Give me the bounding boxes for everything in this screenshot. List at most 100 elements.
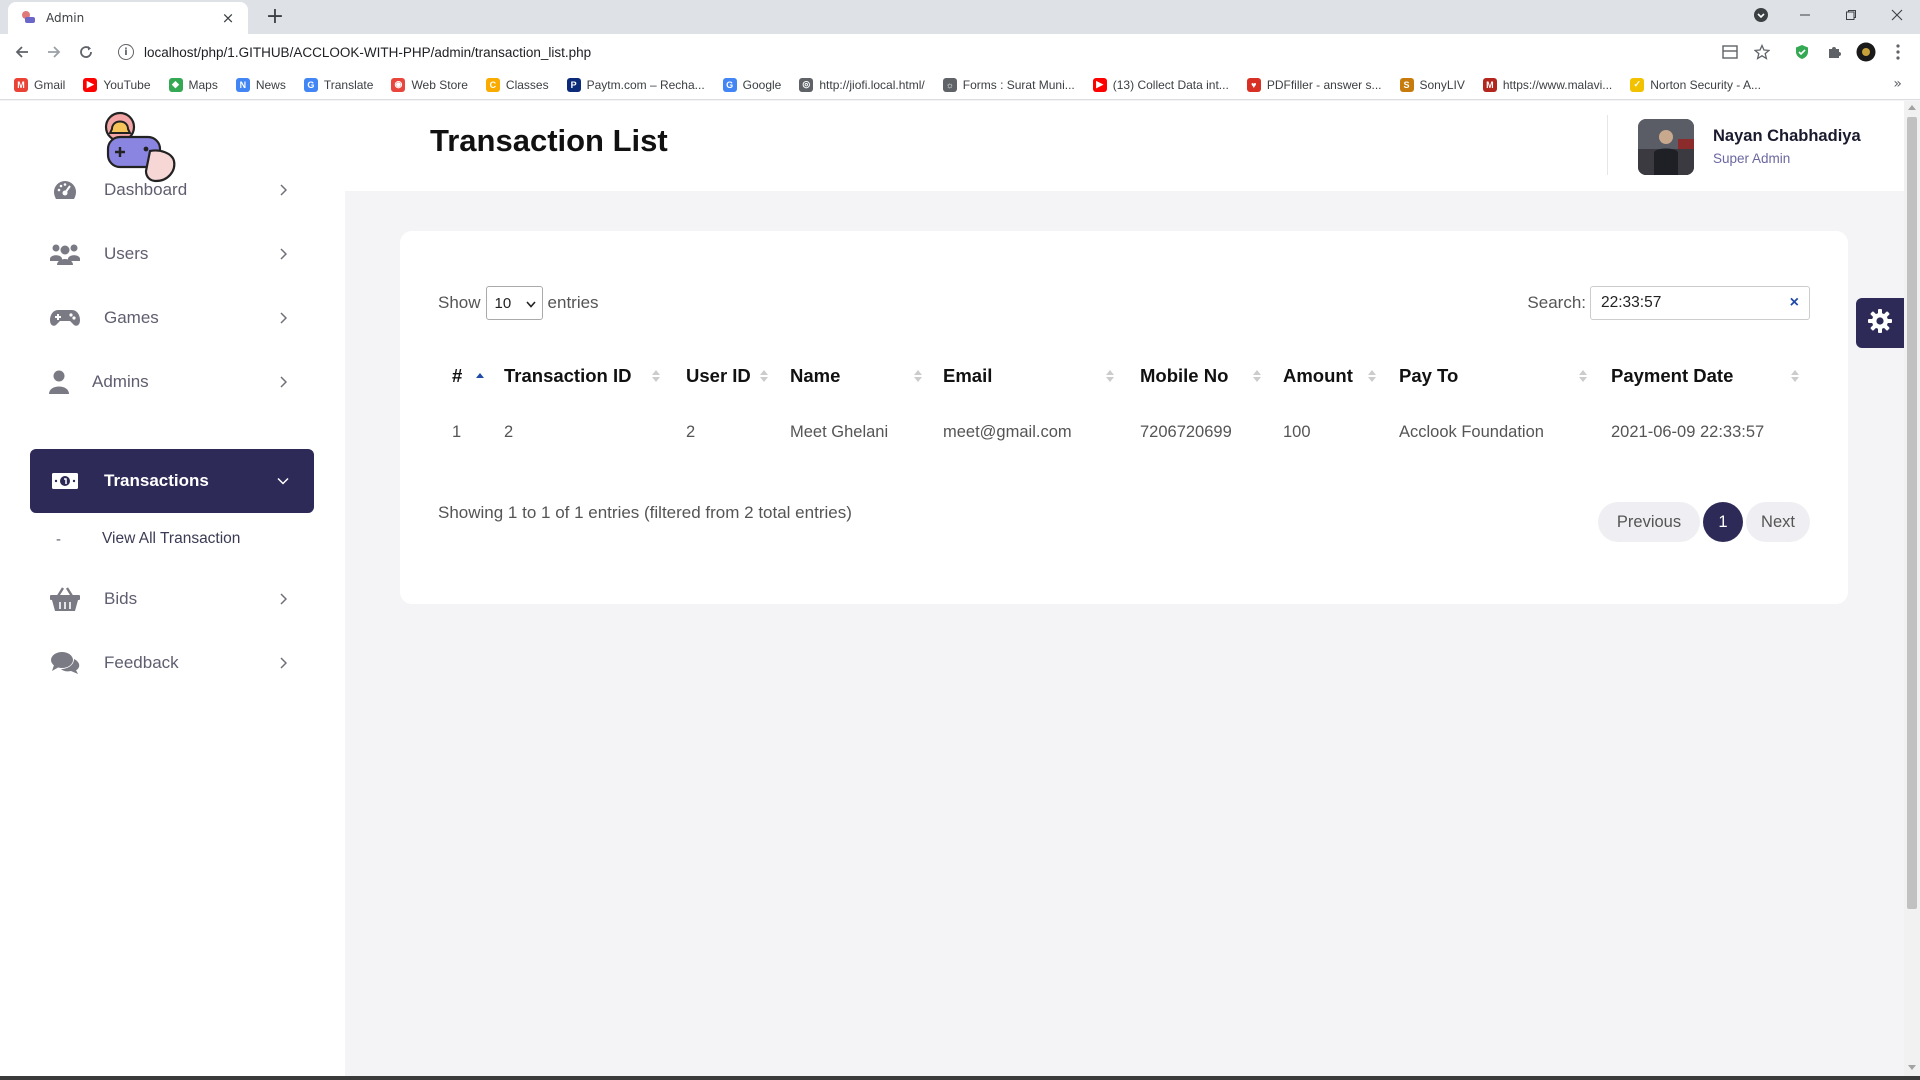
tab-close-icon[interactable]: × bbox=[220, 9, 236, 27]
bookmark-label: Classes bbox=[505, 77, 549, 92]
sidebar-item-transactions[interactable]: Transactions bbox=[30, 449, 314, 513]
column-header-transaction-id[interactable]: Transaction ID bbox=[504, 351, 631, 401]
sidebar-item-users[interactable]: Users bbox=[30, 222, 314, 286]
new-tab-button[interactable]: + bbox=[262, 4, 288, 30]
chevron-right-icon bbox=[276, 593, 290, 605]
classroom-icon: C bbox=[485, 77, 500, 92]
page-scrollbar[interactable] bbox=[1904, 101, 1920, 1076]
bookmark-label: http://jiofi.local.html/ bbox=[819, 77, 925, 92]
admin-page: Dashboard Users Games Admins Transaction… bbox=[0, 101, 1904, 1076]
sidebar-item-dashboard[interactable]: Dashboard bbox=[30, 158, 314, 222]
pdffiller-icon: ♥ bbox=[1246, 77, 1261, 92]
column-header-mobile-no[interactable]: Mobile No bbox=[1140, 351, 1228, 401]
entries-select[interactable]: 10 bbox=[485, 286, 543, 320]
bookmark-item[interactable]: C Classes bbox=[485, 77, 549, 92]
column-header-amount[interactable]: Amount bbox=[1283, 351, 1353, 401]
tab-title: Admin bbox=[46, 11, 85, 25]
bookmark-label: Norton Security - A... bbox=[1650, 77, 1761, 92]
bookmark-label: YouTube bbox=[103, 77, 151, 92]
forward-icon[interactable] bbox=[40, 38, 68, 66]
column-header-index[interactable]: # bbox=[452, 351, 462, 401]
gear-icon bbox=[1867, 308, 1893, 338]
bookmark-item[interactable]: Mhttps://www.malavi... bbox=[1482, 77, 1613, 92]
bookmark-item[interactable]: ▶ (13) Collect Data int... bbox=[1092, 77, 1229, 92]
subnav-dash: - bbox=[56, 530, 61, 548]
column-header-email[interactable]: Email bbox=[943, 351, 992, 401]
scroll-down-arrow-icon[interactable] bbox=[1908, 1065, 1916, 1070]
bookmark-label: (13) Collect Data int... bbox=[1112, 77, 1229, 92]
entries-length-control: Show 10 entries bbox=[438, 286, 599, 320]
bookmark-item[interactable]: ◉ Web Store bbox=[391, 77, 468, 92]
user-role: Super Admin bbox=[1713, 151, 1791, 166]
browser-tab[interactable]: Admin × bbox=[8, 2, 248, 34]
table-info: Showing 1 to 1 of 1 entries (filtered fr… bbox=[438, 503, 852, 522]
bookmark-label: Gmail bbox=[34, 77, 66, 92]
user-name[interactable]: Nayan Chabhadiya bbox=[1713, 127, 1861, 146]
search-input[interactable]: 22:33:57 × bbox=[1590, 286, 1810, 320]
paytm-icon: P bbox=[566, 77, 581, 92]
column-header-pay-to[interactable]: Pay To bbox=[1399, 351, 1458, 401]
entries-label: entries bbox=[547, 293, 599, 312]
chevron-right-icon bbox=[276, 376, 290, 388]
sidebar-item-admins[interactable]: Admins bbox=[30, 350, 314, 414]
tab-search-icon[interactable] bbox=[1738, 0, 1784, 30]
settings-button[interactable] bbox=[1856, 298, 1904, 348]
address-bar[interactable]: i localhost/php/1.GITHUB/ACCLOOK-WITH-PH… bbox=[108, 38, 1788, 66]
search-label: Search: bbox=[1527, 293, 1586, 312]
bookmark-item[interactable]: G Google bbox=[722, 77, 782, 92]
search-clear-icon[interactable]: × bbox=[1790, 294, 1799, 312]
bookmark-item[interactable]: ☼ Forms : Surat Muni... bbox=[942, 77, 1075, 92]
sidebar-item-bids[interactable]: Bids bbox=[30, 567, 314, 631]
shield-extension-icon[interactable] bbox=[1790, 40, 1814, 64]
page-number-button[interactable]: 1 bbox=[1703, 502, 1743, 542]
google-icon: G bbox=[722, 77, 737, 92]
money-bill-icon bbox=[48, 467, 82, 495]
profile-avatar-icon[interactable] bbox=[1854, 40, 1878, 64]
bookmark-label: Paytm.com – Recha... bbox=[586, 77, 705, 92]
reload-icon[interactable] bbox=[72, 38, 100, 66]
bookmark-item[interactable]: ◎ http://jiofi.local.html/ bbox=[799, 77, 925, 92]
bookmark-item[interactable]: S SonyLIV bbox=[1399, 77, 1465, 92]
column-header-name[interactable]: Name bbox=[790, 351, 840, 401]
bookmark-label: https://www.malavi... bbox=[1502, 77, 1613, 92]
bookmark-item[interactable]: N News bbox=[235, 77, 286, 92]
site-info-icon[interactable]: i bbox=[118, 44, 134, 60]
previous-page-button[interactable]: Previous bbox=[1598, 502, 1700, 542]
bookmark-item[interactable]: ✓ Norton Security - A... bbox=[1630, 77, 1761, 92]
reader-mode-icon[interactable] bbox=[1718, 40, 1742, 64]
sonyliv-icon: S bbox=[1399, 77, 1414, 92]
sidebar-item-feedback[interactable]: Feedback bbox=[30, 631, 314, 695]
bookmark-item[interactable]: M Gmail bbox=[14, 77, 66, 92]
subnav-label: View All Transaction bbox=[102, 530, 241, 547]
browser-menu-icon[interactable] bbox=[1886, 40, 1910, 64]
show-label: Show bbox=[438, 293, 481, 312]
back-icon[interactable] bbox=[8, 38, 36, 66]
url-text: localhost/php/1.GITHUB/ACCLOOK-WITH-PHP/… bbox=[144, 44, 592, 60]
minimize-icon[interactable] bbox=[1782, 0, 1828, 30]
next-page-button[interactable]: Next bbox=[1746, 502, 1810, 542]
bookmark-item[interactable]: ♥ PDFfiller - answer s... bbox=[1246, 77, 1382, 92]
cell-pay-to: Acclook Foundation bbox=[1399, 423, 1544, 441]
extensions-puzzle-icon[interactable] bbox=[1822, 40, 1846, 64]
bookmarks-overflow-icon[interactable]: » bbox=[1893, 76, 1902, 92]
bookmark-item[interactable]: ▶ YouTube bbox=[83, 77, 151, 92]
subnav-view-all-transaction[interactable]: - View All Transaction bbox=[56, 530, 240, 548]
malavi-icon: M bbox=[1482, 77, 1497, 92]
translate-icon: G bbox=[303, 77, 318, 92]
bookmark-item[interactable]: G Translate bbox=[303, 77, 373, 92]
scrollbar-thumb[interactable] bbox=[1907, 117, 1917, 909]
restore-icon[interactable] bbox=[1828, 0, 1874, 30]
bookmark-label: Google bbox=[742, 77, 782, 92]
close-window-icon[interactable] bbox=[1874, 0, 1920, 30]
avatar[interactable] bbox=[1638, 119, 1694, 175]
cell-amount: 100 bbox=[1283, 423, 1311, 441]
forms-icon: ☼ bbox=[942, 77, 957, 92]
sidebar-item-games[interactable]: Games bbox=[30, 286, 314, 350]
bookmark-item[interactable]: P Paytm.com – Recha... bbox=[566, 77, 705, 92]
scroll-up-arrow-icon[interactable] bbox=[1908, 105, 1916, 110]
bookmark-item[interactable]: ◆ Maps bbox=[168, 77, 218, 92]
bookmark-star-icon[interactable] bbox=[1750, 40, 1774, 64]
column-header-user-id[interactable]: User ID bbox=[686, 351, 751, 401]
app-favicon-icon bbox=[20, 10, 36, 26]
column-header-payment-date[interactable]: Payment Date bbox=[1611, 351, 1733, 401]
